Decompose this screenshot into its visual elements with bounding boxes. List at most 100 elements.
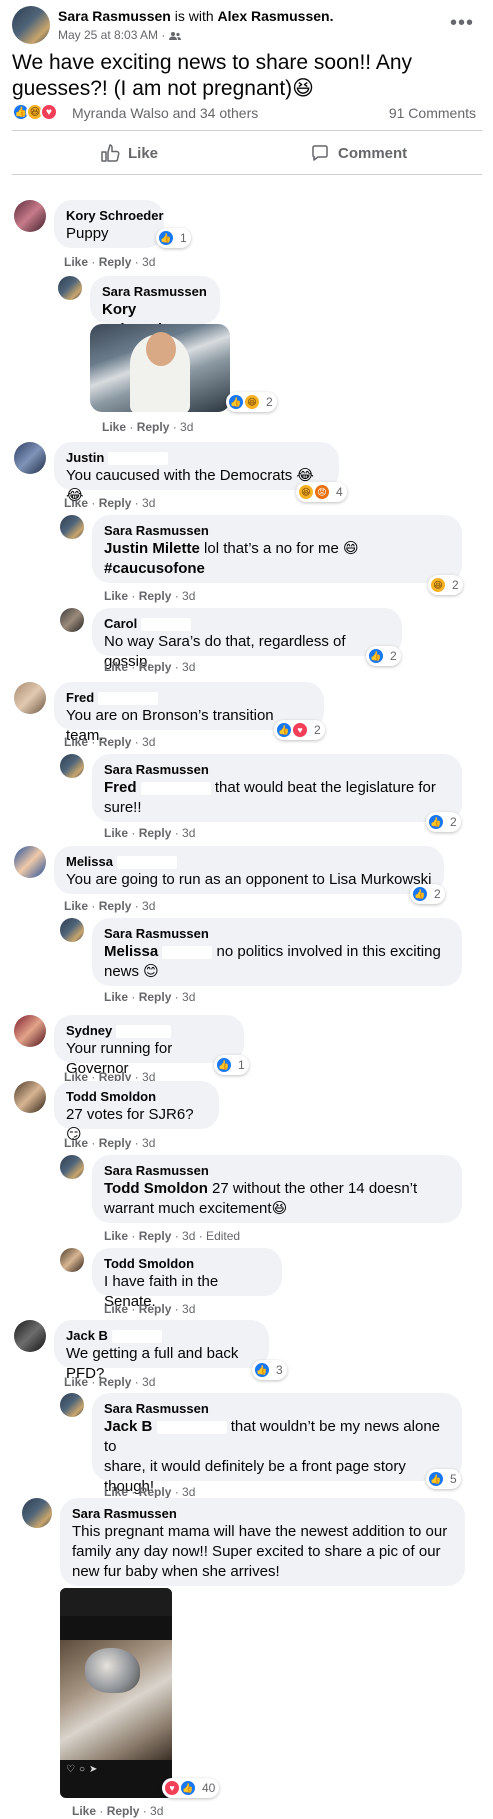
comment-reactions[interactable]: 👍 2 [426,812,461,832]
commenter-name[interactable]: Sara Rasmussen [104,1163,450,1179]
comment-age[interactable]: 3d [182,1302,195,1316]
comment-age[interactable]: 3d [142,899,155,913]
mention-link[interactable]: Fred [104,779,137,796]
like-link[interactable]: Like [104,589,128,603]
comment-age[interactable]: 3d [142,496,155,510]
like-link[interactable]: Like [64,1136,88,1150]
reply-link[interactable]: Reply [139,1229,172,1243]
reply-link[interactable]: Reply [139,1485,172,1499]
comment-reactions[interactable]: 👍 5 [426,1469,461,1489]
mention-link[interactable]: Todd Smoldon [104,1180,208,1197]
commenter-name[interactable]: Sara Rasmussen [104,1401,450,1417]
commenter-name[interactable]: Carol [104,616,390,632]
commenter-avatar[interactable] [14,682,46,714]
author-name[interactable]: Sara Rasmussen [58,8,171,24]
comment-reactions[interactable]: 👍 3 [252,1360,287,1380]
comment-age[interactable]: 3d [142,255,155,269]
commenter-name[interactable]: Sara Rasmussen [102,284,208,300]
mention-link[interactable]: Justin Milette [104,540,200,557]
commenter-name[interactable]: Sara Rasmussen [72,1506,453,1522]
comments-count[interactable]: 91 Comments [389,105,476,121]
reply-link[interactable]: Reply [137,420,170,434]
like-link[interactable]: Like [64,255,88,269]
comment-age[interactable]: 3d [182,826,195,840]
tagged-name[interactable]: Alex Rasmussen. [218,8,334,24]
comment-age[interactable]: 3d [142,1375,155,1389]
comment-button[interactable]: Comment [310,138,407,168]
like-link[interactable]: Like [104,1229,128,1243]
comment-reactions[interactable]: 😆 😡 4 [296,482,347,502]
comment-age[interactable]: 3d [180,420,193,434]
like-link[interactable]: Like [72,1804,96,1818]
commenter-avatar[interactable] [60,515,84,539]
reply-link[interactable]: Reply [139,990,172,1004]
commenter-avatar[interactable] [14,846,46,878]
commenter-name[interactable]: Kory Schroeder [66,208,164,224]
comment-reactions[interactable]: 👍 😆 2 [226,392,277,412]
like-link[interactable]: Like [64,735,88,749]
reply-link[interactable]: Reply [99,899,132,913]
commenter-name[interactable]: Sydney [66,1023,232,1039]
comment-age[interactable]: 3d · Edited [182,1229,240,1243]
commenter-avatar[interactable] [60,918,84,942]
commenter-avatar[interactable] [60,1155,84,1179]
more-options-icon[interactable]: ••• [450,12,474,35]
like-link[interactable]: Like [102,420,126,434]
commenter-name[interactable]: Todd Smoldon [104,1256,270,1272]
commenter-avatar[interactable] [60,1393,84,1417]
comment-age[interactable]: 3d [182,1485,195,1499]
commenter-avatar[interactable] [60,608,84,632]
commenter-avatar[interactable] [60,754,84,778]
commenter-name[interactable]: Justin [66,450,327,466]
image-attachment[interactable]: ♡○➤ [60,1588,172,1798]
comment-reactions[interactable]: 👍 1 [214,1055,249,1075]
reply-link[interactable]: Reply [107,1804,140,1818]
comment-reactions[interactable]: 😆 2 [428,575,463,595]
reply-link[interactable]: Reply [99,255,132,269]
reply-link[interactable]: Reply [99,496,132,510]
gif-attachment[interactable] [90,324,230,412]
reply-link[interactable]: Reply [139,660,172,674]
mention-link[interactable]: Melissa [104,943,158,960]
reply-link[interactable]: Reply [99,735,132,749]
comment-reactions[interactable]: 👍 1 [156,228,191,248]
commenter-name[interactable]: Melissa [66,854,432,870]
reply-link[interactable]: Reply [99,1136,132,1150]
comment-reactions[interactable]: 👍 ♥ 2 [274,720,325,740]
comment-reactions[interactable]: ♥ 👍 40 [162,1778,220,1798]
reactors-text[interactable]: Myranda Walso and 34 others [72,105,258,121]
author-avatar[interactable] [12,6,50,44]
commenter-avatar[interactable] [14,1081,46,1113]
reply-link[interactable]: Reply [139,1302,172,1316]
like-link[interactable]: Like [64,496,88,510]
commenter-avatar[interactable] [14,1015,46,1047]
comment-age[interactable]: 3d [182,660,195,674]
comment-reactions[interactable]: 👍 2 [366,646,401,666]
commenter-name[interactable]: Todd Smoldon [66,1089,207,1105]
comment-reactions[interactable]: 👍 2 [410,884,445,904]
commenter-name[interactable]: Jack B [66,1328,257,1344]
like-link[interactable]: Like [64,1375,88,1389]
hashtag-link[interactable]: #caucusofone [104,560,205,577]
commenter-avatar[interactable] [14,1320,46,1352]
like-link[interactable]: Like [104,1485,128,1499]
like-link[interactable]: Like [64,899,88,913]
like-link[interactable]: Like [104,826,128,840]
comment-age[interactable]: 3d [150,1804,163,1818]
post-timestamp[interactable]: May 25 at 8:03 AM · [58,28,169,42]
commenter-avatar[interactable] [60,1248,84,1272]
comment-age[interactable]: 3d [182,589,195,603]
commenter-name[interactable]: Sara Rasmussen [104,523,450,539]
comment-age[interactable]: 3d [142,1136,155,1150]
reply-link[interactable]: Reply [99,1375,132,1389]
reply-link[interactable]: Reply [139,826,172,840]
reply-link[interactable]: Reply [139,589,172,603]
commenter-avatar[interactable] [14,200,46,232]
commenter-avatar[interactable] [58,276,82,300]
comment-age[interactable]: 3d [142,735,155,749]
post-reaction-icons[interactable]: 👍 😆 ♥ [12,103,58,121]
commenter-name[interactable]: Sara Rasmussen [104,926,450,942]
comment-age[interactable]: 3d [182,990,195,1004]
like-link[interactable]: Like [104,1302,128,1316]
mention-link[interactable]: Jack B [104,1418,152,1435]
